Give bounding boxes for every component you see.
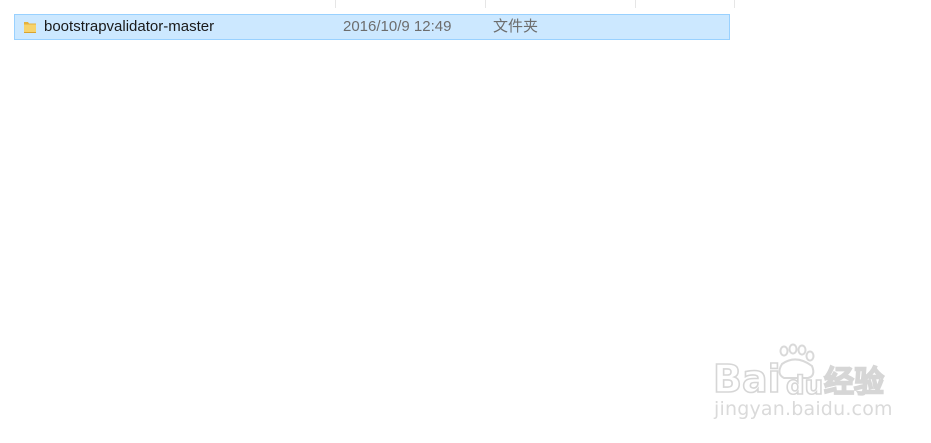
svg-text:du: du (786, 371, 823, 398)
explorer-file-view: bootstrapvalidator-master 2016/10/9 12:4… (0, 0, 931, 443)
file-name[interactable]: bootstrapvalidator-master (44, 15, 214, 39)
watermark-url: jingyan.baidu.com (714, 398, 893, 420)
column-separator[interactable] (734, 0, 735, 8)
file-row-selected[interactable]: bootstrapvalidator-master 2016/10/9 12:4… (14, 14, 730, 40)
svg-text:Bai: Bai (713, 357, 781, 398)
folder-icon (24, 22, 36, 33)
svg-text:经验: 经验 (824, 365, 884, 398)
baidu-jingyan-logo: Bai du 经验 (712, 343, 885, 398)
file-type: 文件夹 (493, 18, 539, 35)
column-separator[interactable] (635, 0, 636, 8)
column-separator[interactable] (485, 0, 486, 8)
file-date-modified: 2016/10/9 12:49 (343, 18, 452, 35)
baidu-jingyan-watermark: Bai du 经验 jingyan.baidu.com (712, 342, 893, 428)
column-separator[interactable] (335, 0, 336, 8)
